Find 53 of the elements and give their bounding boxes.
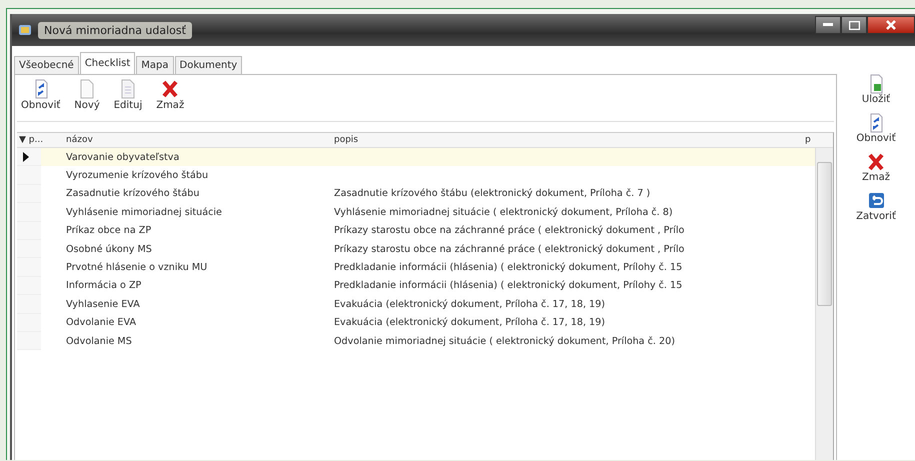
- table-cell-text: Predkladanie informácii (hlásenia) ( elektronický dokument, Prílohy č. 15: [334, 280, 684, 292]
- table-cell-text: Predkladanie informácii (hlásenia) ( elektronický dokument, Prílohy č. 15: [334, 262, 684, 274]
- exit-icon: [867, 191, 885, 211]
- table-cell-text: Varovanie obyvateľstva: [66, 152, 180, 163]
- column-header[interactable]: popis: [334, 135, 805, 145]
- selected-row[interactable]: Varovanie obyvateľstva: [17, 148, 815, 166]
- document-icon: [78, 79, 96, 99]
- table-cell-text: Vyhlasenie EVA: [66, 298, 141, 310]
- minimize-button[interactable]: [815, 16, 841, 34]
- table-cell-text: Zasadnutie krízového štábu: [66, 188, 200, 200]
- column-header[interactable]: p: [805, 135, 811, 145]
- table-cell-text: Vyhlásenie mimoriadnej situácie: [66, 206, 223, 218]
- side-button[interactable]: Zatvoriť: [852, 189, 900, 224]
- side-button[interactable]: Zmaž: [858, 150, 894, 185]
- table-cell-text: Príkazy starostu obce na záchranné práce ( elektronický dokument , Prílo: [334, 225, 686, 236]
- tab[interactable]: Checklist: [80, 52, 136, 74]
- table-cell-text: Vyrozumenie krízového štábu: [66, 170, 210, 182]
- toolbar-button[interactable]: Obnoviť: [17, 77, 64, 113]
- table-cell-text: Prvotné hlásenie o vzniku MU: [66, 262, 208, 274]
- table-cell-text: Evakuácia (elektronický dokument, Príloha č. 17, 18, 19): [334, 298, 606, 310]
- maximize-button[interactable]: [841, 16, 867, 34]
- table-cell-text: Odvolanie MS: [66, 336, 133, 347]
- table-cell-text: Zasadnutie krízového štábu (elektronický dokument, Príloha č. 7 ): [334, 188, 652, 200]
- row-header[interactable]: [17, 148, 41, 166]
- table-cell-text: Evakuácia (elektronický dokument, Príloha č. 17, 18, 19): [334, 317, 606, 328]
- toolbar-button[interactable]: Zmaž: [152, 77, 188, 113]
- column-header[interactable]: ▼ p...: [17, 135, 66, 145]
- tab[interactable]: Mapa: [136, 56, 174, 74]
- app-icon: [18, 23, 32, 37]
- table-cell-text: Príkazy starostu obce na záchranné práce ( elektronický dokument , Prílo: [334, 244, 686, 255]
- table-cell-text: Odvolanie EVA: [66, 317, 138, 328]
- column-header[interactable]: názov: [66, 135, 334, 145]
- toolbar-button[interactable]: Nový: [70, 77, 104, 113]
- close-button[interactable]: [867, 16, 915, 34]
- table-cell-text: Osobné úkony MS: [66, 244, 153, 255]
- table-cell-text: Informácia o ZP: [66, 280, 142, 292]
- table-cell-text: Vyhlásenie mimoriadnej situácie ( elektronický dokument, Príloha č. 8): [334, 206, 674, 218]
- tab[interactable]: Dokumenty: [174, 56, 242, 74]
- scrollbar[interactable]: [815, 148, 833, 460]
- delete-icon: [867, 152, 885, 172]
- window-title: Nová mimoriadna udalosť: [38, 22, 192, 38]
- side-button[interactable]: Uložiť: [858, 72, 894, 107]
- close-icon: [886, 20, 896, 30]
- side-button[interactable]: Obnoviť: [852, 111, 900, 146]
- document-icon: [118, 79, 137, 99]
- delete-icon: [161, 79, 180, 99]
- maximize-icon: [848, 20, 860, 30]
- table-cell-text: Odvolanie mimoriadnej situácie ( elektronický dokument, Príloha č. 20): [334, 336, 676, 347]
- tab[interactable]: Všeobecné: [14, 56, 79, 74]
- minimize-icon: [823, 23, 833, 27]
- table-cell-text: Príkaz obce na ZP: [66, 225, 152, 236]
- scrollbar-thumb[interactable]: [817, 162, 832, 306]
- toolbar-button[interactable]: Edituj: [110, 77, 146, 113]
